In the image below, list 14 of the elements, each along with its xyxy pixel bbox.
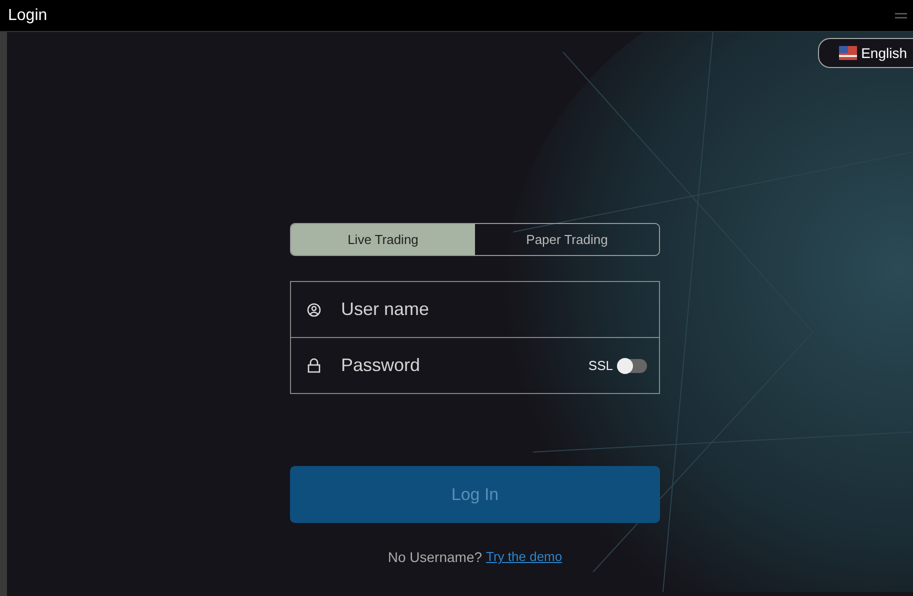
flag-icon <box>839 46 858 60</box>
password-field[interactable]: Password <box>339 354 570 377</box>
minimize-icon[interactable] <box>895 12 907 18</box>
ssl-label: SSL <box>588 358 613 373</box>
trading-tab[interactable]: Paper Trading <box>475 224 659 255</box>
no-username-text: No Username? <box>388 549 482 565</box>
language-button[interactable]: English <box>818 38 913 68</box>
window-title: Login <box>8 6 48 24</box>
lock-icon <box>307 358 321 373</box>
demo-link[interactable]: Try the demo <box>486 549 562 565</box>
username-field[interactable]: User name <box>339 298 647 321</box>
ssl-toggle[interactable] <box>617 358 647 372</box>
user-icon <box>307 302 321 316</box>
trading-tab[interactable]: Live Trading <box>291 224 475 255</box>
